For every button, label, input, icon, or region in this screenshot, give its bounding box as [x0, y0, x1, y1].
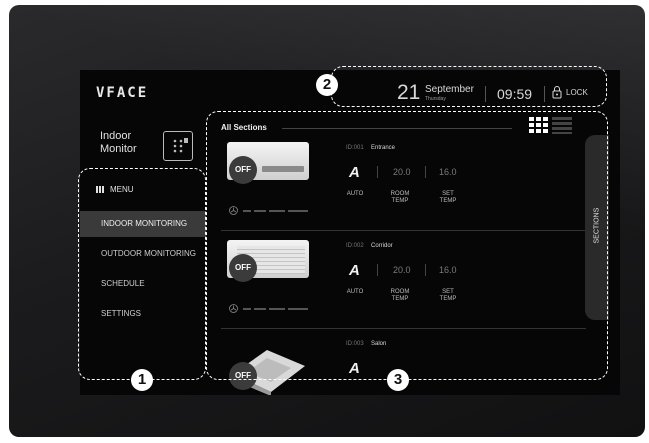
remote-controller-icon	[163, 131, 193, 161]
callout-number: 2	[316, 74, 338, 96]
callout-number: 3	[387, 369, 409, 391]
callout-box-content	[206, 111, 608, 380]
page-title: Indoor Monitor	[100, 130, 137, 156]
app-logo: VFACE	[96, 85, 149, 101]
page-title-text: Indoor Monitor	[100, 130, 137, 155]
callout-number: 1	[131, 369, 153, 391]
callout-box-sidebar	[78, 168, 206, 380]
callout-box-header	[331, 66, 607, 107]
